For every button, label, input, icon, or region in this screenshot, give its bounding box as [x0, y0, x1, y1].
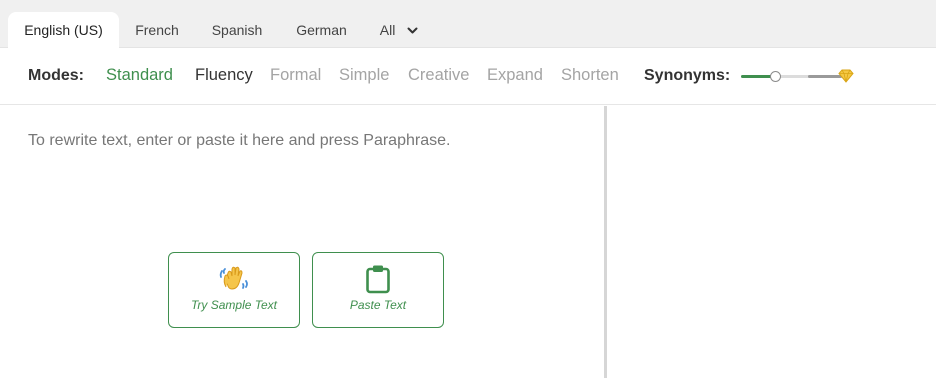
- tab-spanish[interactable]: Spanish: [195, 12, 279, 49]
- clipboard-icon: [365, 264, 391, 299]
- mode-fluency[interactable]: Fluency: [195, 66, 253, 85]
- try-sample-text-label: Try Sample Text: [190, 298, 278, 312]
- editor-placeholder: To rewrite text, enter or paste it here …: [28, 132, 451, 149]
- tab-german[interactable]: German: [279, 12, 364, 49]
- tab-french[interactable]: French: [119, 12, 195, 49]
- mode-expand[interactable]: Expand: [487, 66, 543, 85]
- modes-bar: Modes: Standard Fluency Formal Simple Cr…: [0, 49, 936, 105]
- tab-all-dropdown[interactable]: All: [364, 12, 434, 49]
- mode-simple[interactable]: Simple: [339, 66, 389, 85]
- tab-english-us[interactable]: English (US): [8, 12, 119, 49]
- waving-hands-icon: [219, 264, 249, 299]
- tab-german-label: German: [296, 22, 347, 38]
- language-tab-bar: English (US) French Spanish German All: [0, 0, 936, 49]
- mode-shorten[interactable]: Shorten: [561, 66, 619, 85]
- synonyms-label: Synonyms:: [644, 67, 731, 84]
- tab-all-label: All: [379, 22, 396, 38]
- mode-standard[interactable]: Standard: [106, 66, 173, 85]
- chevron-down-icon: [407, 12, 418, 48]
- synonyms-slider-premium-range: [808, 75, 842, 78]
- paste-text-label: Paste Text: [349, 298, 407, 312]
- tab-french-label: French: [135, 22, 179, 38]
- tab-spanish-label: Spanish: [211, 22, 263, 38]
- output-editor: [607, 106, 936, 378]
- mode-formal[interactable]: Formal: [270, 66, 321, 85]
- input-editor[interactable]: To rewrite text, enter or paste it here …: [8, 106, 604, 378]
- diamond-icon: [838, 69, 854, 83]
- synonyms-slider-thumb[interactable]: [770, 71, 781, 82]
- modes-label: Modes:: [28, 67, 84, 84]
- try-sample-text-button[interactable]: Try Sample Text: [168, 252, 300, 328]
- paste-text-button[interactable]: Paste Text: [312, 252, 444, 328]
- tab-english-us-label: English (US): [24, 22, 103, 38]
- mode-creative[interactable]: Creative: [408, 66, 469, 85]
